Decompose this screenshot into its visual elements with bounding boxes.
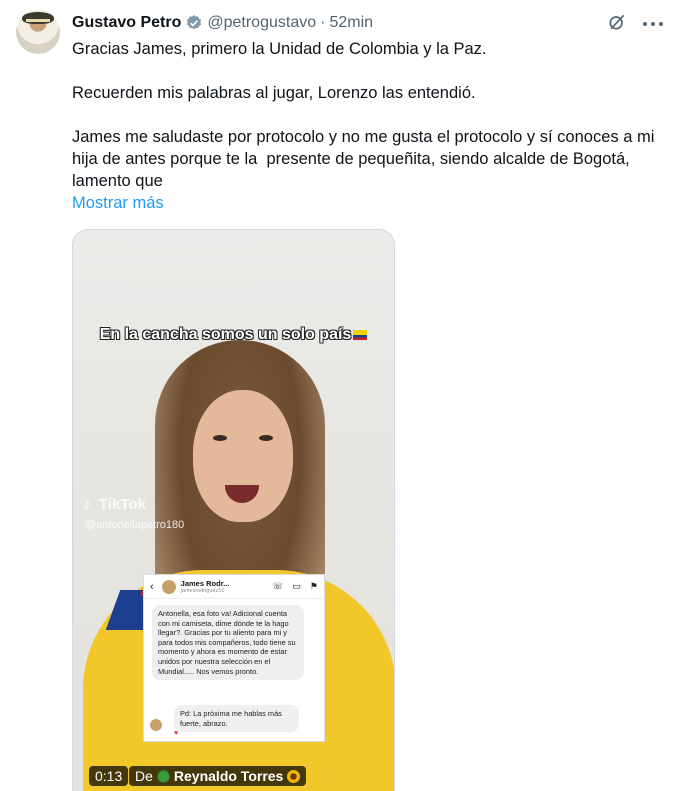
tiktok-handle: @antonellapetro180 <box>85 519 185 531</box>
grok-icon[interactable] <box>607 12 627 32</box>
source-label: De <box>135 768 153 784</box>
separator-dot: · <box>320 14 326 31</box>
verified-badge-icon[interactable] <box>185 14 203 32</box>
chat-name: James Rodr... <box>180 578 230 588</box>
tweet-header: Gustavo Petro @petrogustavo · 52min <box>72 12 661 34</box>
back-arrow-icon: ‹ <box>150 580 154 593</box>
author-avatar[interactable] <box>16 10 60 54</box>
more-dot <box>651 22 655 26</box>
hatband-shape <box>26 19 50 22</box>
chat-avatar <box>161 579 176 594</box>
more-dot <box>659 22 663 26</box>
source-name: Reynaldo Torres <box>173 768 284 784</box>
tweet-paragraph: Gracias James, primero la Unidad de Colo… <box>72 40 487 58</box>
tweet-timestamp[interactable]: 52min <box>329 14 373 32</box>
chat-actions: ☏ ▭ ⚑ <box>272 581 318 592</box>
chat-message-ps: Pd: La próxima me hablas más fuerte, abr… <box>174 705 299 733</box>
more-icon[interactable] <box>643 14 663 34</box>
video-caption: En la cancha somos un solo país <box>73 326 394 344</box>
video-eye-shape <box>213 435 227 441</box>
tweet-body: Gracias James, primero la Unidad de Colo… <box>72 38 662 214</box>
source-avatar-icon <box>156 769 170 783</box>
chat-message: Antonella, esa foto va! Adicional cuenta… <box>152 605 304 681</box>
chat-screenshot: ‹ James Rodr... jamesrodriguez10 ☏ ▭ ⚑ A… <box>143 574 325 742</box>
tiktok-logo-icon: ♪ <box>83 495 91 513</box>
more-dot <box>643 22 647 26</box>
video-source-badge[interactable]: De Reynaldo Torres <box>129 766 307 786</box>
tweet-paragraph: James me saludaste por protocolo y no me… <box>72 128 659 190</box>
chat-identity: James Rodr... jamesrodriguez10 <box>180 578 230 594</box>
tiktok-watermark: ♪ TikTok <box>83 496 146 513</box>
video-caption-text: En la cancha somos un solo país <box>99 326 352 343</box>
sunflower-icon <box>287 769 301 783</box>
chat-header: ‹ James Rodr... jamesrodriguez10 ☏ ▭ ⚑ <box>144 575 324 599</box>
tiktok-watermark-text: TikTok <box>99 496 146 513</box>
video-eye-shape <box>259 435 273 441</box>
chat-username: jamesrodriguez10 <box>180 587 225 594</box>
heart-icon: ♥ <box>174 730 179 737</box>
author-handle[interactable]: @petrogustavo <box>207 14 316 32</box>
colombia-flag-icon <box>353 329 368 340</box>
video-call-icon: ▭ <box>292 581 301 591</box>
tweet-paragraph: Recuerden mis palabras al jugar, Lorenzo… <box>72 84 476 102</box>
video-duration-badge: 0:13 <box>89 766 129 786</box>
chat-mini-avatar <box>150 719 162 731</box>
hat-shape <box>22 12 54 24</box>
video-media[interactable]: En la cancha somos un solo país ♪ TikTok… <box>72 229 395 791</box>
author-name[interactable]: Gustavo Petro <box>72 14 181 32</box>
flag-icon: ⚑ <box>309 581 318 591</box>
show-more-link[interactable]: Mostrar más <box>72 192 164 214</box>
phone-icon: ☏ <box>272 581 284 591</box>
